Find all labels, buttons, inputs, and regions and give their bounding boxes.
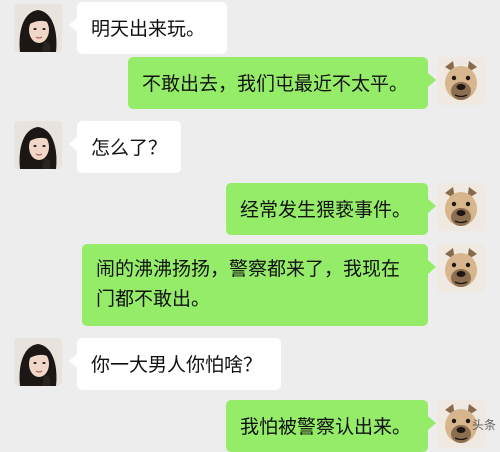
bubble-tail xyxy=(69,354,77,368)
message-bubble-outgoing[interactable]: 我怕被警察认出来。 xyxy=(226,400,428,452)
bubble-tail xyxy=(428,199,436,213)
message-bubble-incoming[interactable]: 怎么了？ xyxy=(77,121,181,173)
message-text: 你一大男人你怕啥？ xyxy=(91,354,263,376)
woman-avatar-icon[interactable] xyxy=(14,338,62,386)
message-text: 闹的沸沸扬扬，警察都来了，我现在门都不敢出。 xyxy=(96,258,401,310)
message-bubble-outgoing[interactable]: 不敢出去，我们屯最近不太平。 xyxy=(128,57,428,109)
message-bubble-incoming[interactable]: 明天出来玩。 xyxy=(77,2,227,54)
bubble-tail xyxy=(69,18,77,32)
message-text: 经常发生猥亵事件。 xyxy=(240,199,412,221)
message-text: 明天出来玩。 xyxy=(91,18,206,40)
woman-avatar-icon[interactable] xyxy=(14,4,62,52)
bubble-tail xyxy=(69,137,77,151)
bubble-tail xyxy=(428,416,436,430)
watermark: 头条 xyxy=(471,418,496,432)
dog-avatar-icon[interactable] xyxy=(437,244,485,292)
message-bubble-outgoing[interactable]: 闹的沸沸扬扬，警察都来了，我现在门都不敢出。 xyxy=(82,244,428,326)
woman-avatar-icon[interactable] xyxy=(14,121,62,169)
message-text: 不敢出去，我们屯最近不太平。 xyxy=(142,73,409,95)
message-text: 怎么了？ xyxy=(91,137,168,159)
message-bubble-incoming[interactable]: 你一大男人你怕啥？ xyxy=(77,338,281,390)
bubble-tail xyxy=(428,260,436,274)
dog-avatar-icon[interactable] xyxy=(437,57,485,105)
message-bubble-outgoing[interactable]: 经常发生猥亵事件。 xyxy=(226,183,428,235)
dog-avatar-icon[interactable] xyxy=(437,183,485,231)
bubble-tail xyxy=(428,73,436,87)
